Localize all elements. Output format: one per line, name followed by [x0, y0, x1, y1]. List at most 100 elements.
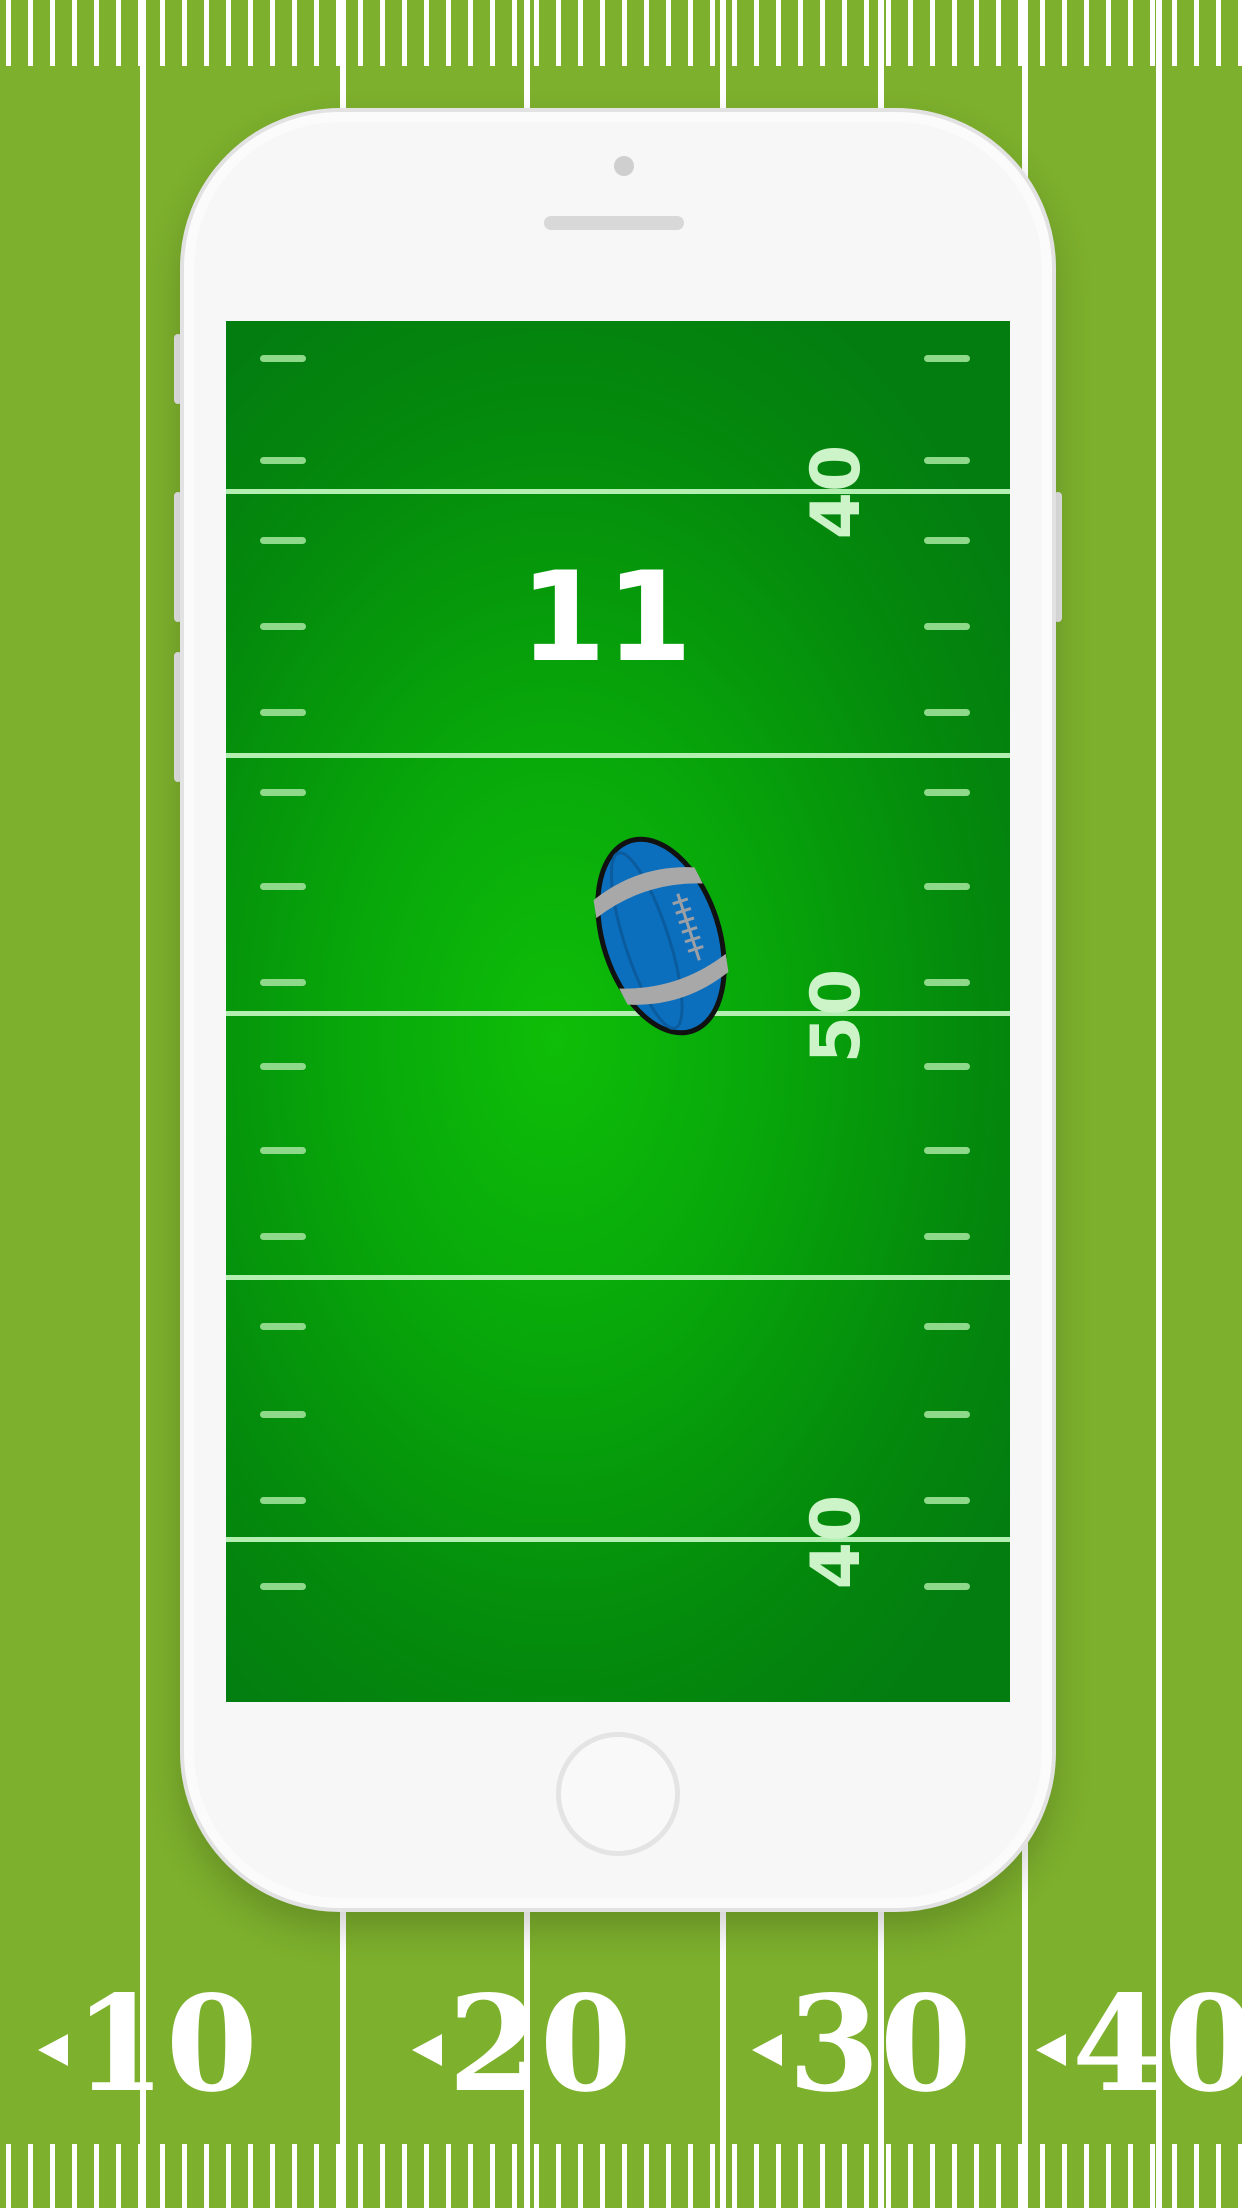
background-tick	[886, 2144, 891, 2208]
background-tick	[776, 0, 781, 66]
background-tick	[204, 0, 209, 66]
background-tick	[314, 2144, 319, 2208]
background-tick	[1018, 0, 1023, 66]
background-tick	[622, 2144, 627, 2208]
hash-mark	[260, 1147, 306, 1154]
hash-mark	[924, 1497, 970, 1504]
background-tick	[380, 0, 385, 66]
game-screen[interactable]: 40 50 40 11	[226, 321, 1010, 1702]
background-tick	[1062, 2144, 1067, 2208]
football-icon[interactable]	[586, 821, 736, 1051]
background-tick	[930, 2144, 935, 2208]
background-tick	[358, 0, 363, 66]
background-tick	[864, 0, 869, 66]
hash-mark	[924, 1323, 970, 1330]
background-tick	[732, 2144, 737, 2208]
background-tick	[1084, 0, 1089, 66]
hash-mark	[924, 1233, 970, 1240]
background-tick	[424, 2144, 429, 2208]
background-tick	[512, 0, 517, 66]
hash-mark	[924, 623, 970, 630]
background-tick	[182, 2144, 187, 2208]
background-tick	[842, 0, 847, 66]
background-tick	[1062, 0, 1067, 66]
background-tick	[270, 0, 275, 66]
background-tick	[1150, 2144, 1155, 2208]
background-tick	[160, 0, 165, 66]
background-tick	[138, 2144, 143, 2208]
background-tick	[1018, 2144, 1023, 2208]
background-tick	[1172, 2144, 1177, 2208]
background-tick	[930, 0, 935, 66]
background-tick	[1040, 0, 1045, 66]
hash-mark	[924, 1063, 970, 1070]
hash-mark	[924, 1147, 970, 1154]
background-tick	[1216, 0, 1221, 66]
background-tick	[6, 0, 11, 66]
background-tick	[798, 2144, 803, 2208]
hash-mark	[924, 979, 970, 986]
hash-mark	[260, 1411, 306, 1418]
background-tick	[182, 0, 187, 66]
background-tick	[402, 0, 407, 66]
background-tick	[798, 0, 803, 66]
background-tick	[380, 2144, 385, 2208]
background-yard-number-10: 10	[38, 1975, 258, 2115]
background-tick	[534, 0, 539, 66]
hash-mark	[924, 789, 970, 796]
background-tick	[50, 0, 55, 66]
background-tick	[974, 0, 979, 66]
hash-mark	[924, 537, 970, 544]
background-tick	[1150, 0, 1155, 66]
background-tick	[160, 2144, 165, 2208]
yard-number-40-bottom: 40	[797, 1494, 876, 1590]
background-tick	[644, 2144, 649, 2208]
background-tick	[116, 0, 121, 66]
background-tick	[402, 2144, 407, 2208]
background-tick	[248, 2144, 253, 2208]
background-tick	[886, 0, 891, 66]
home-button[interactable]	[556, 1732, 680, 1856]
background-tick	[314, 0, 319, 66]
background-tick	[974, 2144, 979, 2208]
hash-mark	[260, 1233, 306, 1240]
hash-mark	[924, 355, 970, 362]
background-tick	[820, 0, 825, 66]
background-tick	[28, 0, 33, 66]
background-tick	[1040, 2144, 1045, 2208]
background-tick	[952, 0, 957, 66]
yard-line	[226, 1537, 1010, 1542]
background-tick	[996, 0, 1001, 66]
background-tick	[578, 2144, 583, 2208]
hash-mark	[260, 789, 306, 796]
background-tick	[842, 2144, 847, 2208]
background-tick	[6, 2144, 11, 2208]
background-tick	[292, 0, 297, 66]
background-tick	[732, 0, 737, 66]
hash-mark	[260, 457, 306, 464]
background-tick	[908, 0, 913, 66]
background-tick	[50, 2144, 55, 2208]
background-tick	[1172, 0, 1177, 66]
background-tick	[1128, 2144, 1133, 2208]
background-tick	[600, 0, 605, 66]
background-tick	[710, 0, 715, 66]
hash-mark	[260, 1323, 306, 1330]
background-tick	[952, 2144, 957, 2208]
background-tick	[600, 2144, 605, 2208]
background-tick	[666, 2144, 671, 2208]
background-tick	[996, 2144, 1001, 2208]
background-tick	[578, 0, 583, 66]
background-tick	[512, 2144, 517, 2208]
hash-mark	[260, 623, 306, 630]
background-tick	[1106, 2144, 1111, 2208]
background-tick	[1194, 2144, 1199, 2208]
hash-mark	[260, 709, 306, 716]
yard-number-50: 50	[797, 968, 876, 1064]
background-tick	[1084, 2144, 1089, 2208]
hash-mark	[924, 457, 970, 464]
camera-icon	[614, 156, 634, 176]
background-tick	[776, 2144, 781, 2208]
background-tick	[688, 0, 693, 66]
background-tick	[644, 0, 649, 66]
